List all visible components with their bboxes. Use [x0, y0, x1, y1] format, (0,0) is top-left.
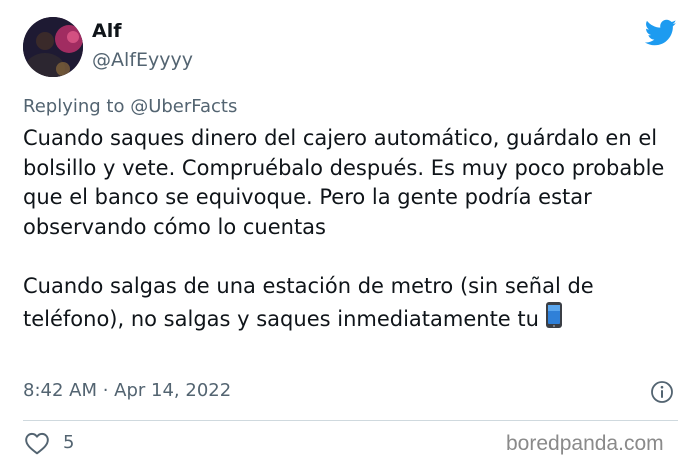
- replying-to[interactable]: Replying to @UberFacts: [23, 96, 237, 117]
- like-count: 5: [63, 432, 75, 453]
- user-handle[interactable]: @AlfEyyyy: [92, 49, 193, 71]
- watermark: boredpanda.com: [506, 432, 664, 455]
- tweet-card: Alf @AlfEyyyy Replying to @UberFacts Cua…: [0, 0, 700, 471]
- display-name[interactable]: Alf: [92, 20, 121, 42]
- tweet-body: Cuando saques dinero del cajero automáti…: [23, 124, 683, 335]
- info-icon[interactable]: [650, 380, 674, 404]
- tweet-paragraph-2: Cuando salgas de una estación de metro (…: [23, 272, 683, 335]
- tweet-paragraph-1: Cuando saques dinero del cajero automáti…: [23, 126, 665, 239]
- tweet-paragraph-2-text: Cuando salgas de una estación de metro (…: [23, 273, 594, 332]
- heart-icon[interactable]: [24, 431, 50, 455]
- avatar[interactable]: [23, 17, 83, 77]
- avatar-photo: [23, 17, 83, 77]
- tweet-timestamp[interactable]: 8:42 AM · Apr 14, 2022: [23, 380, 231, 401]
- twitter-bird-icon[interactable]: [645, 19, 677, 47]
- divider: [23, 420, 678, 421]
- mobile-phone-icon: [545, 302, 562, 328]
